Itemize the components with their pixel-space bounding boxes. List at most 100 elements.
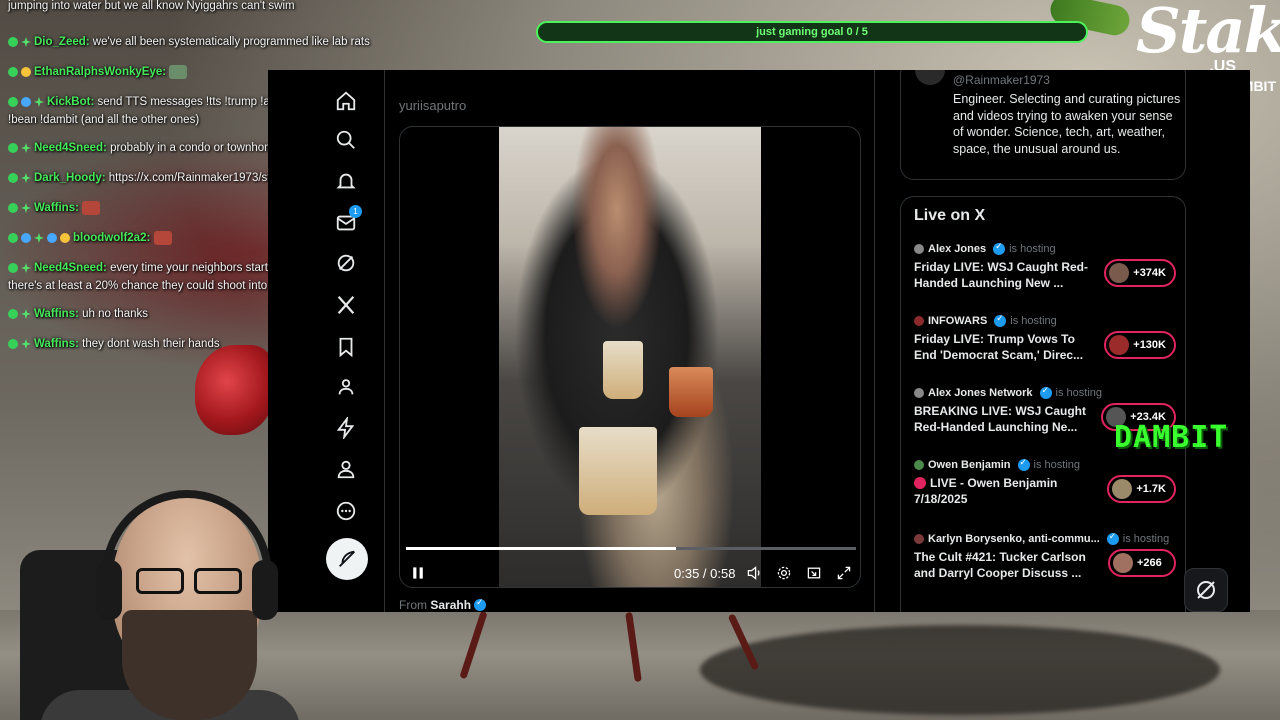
bookmark-icon[interactable] — [333, 334, 359, 360]
badge-icon — [21, 232, 31, 243]
chat-username: Dark_Hoody: — [34, 172, 106, 184]
badge-icon — [8, 66, 18, 77]
verified-icon — [994, 313, 1007, 327]
badge-icon — [21, 202, 31, 213]
listener-count-pill[interactable]: +374K — [1104, 259, 1176, 287]
live-dot-icon — [914, 477, 926, 489]
webcam-overlay — [0, 490, 300, 720]
drink-cup — [603, 341, 643, 399]
post-detail: yuriisaputro 0:35 / 0:58 From Sarahh✓ — [385, 70, 875, 612]
host-avatar — [914, 388, 924, 398]
more-icon[interactable] — [333, 498, 359, 524]
chat-text: uh no thanks — [82, 308, 148, 320]
live-item[interactable]: INFOWARSis hosting Friday LIVE: Trump Vo… — [914, 313, 1176, 375]
live-item[interactable]: Alex Jonesis hosting Friday LIVE: WSJ Ca… — [914, 241, 1176, 303]
listener-count-pill[interactable]: +266 — [1108, 549, 1176, 577]
host-avatar — [914, 534, 924, 544]
bio-text: Engineer. Selecting and curating picture… — [953, 92, 1181, 156]
live-item[interactable]: Karlyn Borysenko, anti-commu...is hostin… — [914, 531, 1176, 593]
badge-icon — [34, 96, 44, 107]
volume-icon — [747, 566, 760, 580]
chat-fragment: jumping into water but we all know Nyigg… — [8, 0, 295, 12]
badge-icon — [8, 232, 18, 243]
live-item[interactable]: Owen Benjaminis hosting LIVE - Owen Benj… — [914, 457, 1176, 519]
settings-button[interactable] — [776, 563, 792, 583]
profile-icon[interactable] — [333, 456, 359, 482]
pause-icon — [413, 567, 423, 579]
fullscreen-button[interactable] — [836, 563, 852, 583]
chat-message: Need4Sneed: probably in a condo or townh… — [8, 140, 299, 157]
post-button[interactable] — [326, 538, 368, 580]
badge-icon — [8, 142, 18, 153]
chat-username: Need4Sneed: — [34, 142, 107, 154]
chat-username: EthanRalphsWonkyEye: — [34, 66, 167, 78]
badge-icon — [8, 338, 18, 349]
drink-cup — [669, 367, 713, 417]
badge-icon — [21, 338, 31, 349]
picture-in-picture-button[interactable] — [806, 563, 822, 583]
badge-icon — [8, 262, 18, 273]
dambit-logo: DAMBIT — [1114, 420, 1229, 455]
host-avatar — [914, 244, 924, 254]
badge-icon — [21, 262, 31, 273]
creature-shadow — [700, 625, 1220, 715]
post-icon — [339, 550, 355, 567]
messages-icon[interactable]: 1 — [333, 205, 362, 236]
notifications-icon[interactable] — [333, 168, 359, 194]
host-avatar — [914, 316, 924, 326]
chat-username: KickBot: — [47, 96, 95, 108]
verified-icon — [1017, 457, 1030, 471]
listener-count-pill[interactable]: +1.7K — [1107, 475, 1176, 503]
search-icon[interactable] — [333, 127, 359, 153]
avatar[interactable] — [915, 70, 945, 85]
bio-handle[interactable]: @Rainmaker1973 — [953, 73, 1050, 87]
verified-icon — [993, 241, 1006, 255]
headset-earcup — [252, 560, 278, 620]
chat-message-continued: !bean !dambit (and all the other ones) — [8, 114, 200, 126]
listener-count-pill[interactable]: +130K — [1104, 331, 1176, 359]
x-logo-icon[interactable] — [333, 292, 359, 318]
pip-icon — [807, 567, 821, 579]
badge-icon — [21, 96, 31, 107]
headset — [102, 490, 272, 600]
emote-icon — [169, 64, 188, 79]
badge-icon — [60, 232, 70, 243]
chat-message: Dio_Zeed: we've all been systematically … — [8, 34, 370, 51]
chat-text: we've all been systematically programmed… — [92, 36, 370, 48]
grok-button[interactable] — [1184, 568, 1228, 612]
volume-button[interactable] — [746, 563, 762, 583]
verified-icon — [1039, 385, 1052, 399]
video-progress-fill — [406, 547, 676, 550]
video-credit: yuriisaputro — [399, 98, 467, 113]
chat-username: bloodwolf2a2: — [73, 232, 151, 244]
home-icon[interactable] — [333, 88, 359, 114]
source-user-link[interactable]: Sarahh — [430, 598, 471, 612]
video-progress-bar[interactable] — [406, 547, 856, 550]
communities-icon[interactable] — [333, 374, 359, 400]
chat-text: they dont wash their hands — [82, 338, 220, 350]
live-title: Live on X — [914, 207, 986, 224]
chat-username: Waffins: — [34, 202, 79, 214]
chat-message: Waffins: — [8, 200, 101, 217]
premium-icon[interactable] — [333, 415, 359, 441]
live-on-x-panel: Live on X Alex Jonesis hosting Friday LI… — [900, 196, 1186, 612]
chat-message: Waffins: they dont wash their hands — [8, 336, 220, 353]
video-time: 0:35 / 0:58 — [674, 565, 736, 581]
verified-icon — [474, 597, 487, 611]
chat-username: Dio_Zeed: — [34, 36, 90, 48]
grok-icon[interactable] — [333, 250, 359, 276]
badge-icon — [47, 232, 57, 243]
video-frame — [499, 127, 761, 587]
expand-icon — [837, 566, 851, 580]
emote-icon — [153, 230, 172, 245]
chat-message: EthanRalphsWonkyEye: — [8, 64, 188, 81]
badge-icon — [21, 142, 31, 153]
badge-icon — [8, 172, 18, 183]
chat-username: Waffins: — [34, 308, 79, 320]
creature-claw — [195, 345, 275, 435]
verified-icon — [1106, 531, 1119, 545]
pause-button[interactable] — [410, 563, 426, 583]
chat-message: Waffins: uh no thanks — [8, 306, 148, 323]
grok-icon — [1197, 581, 1215, 599]
video-player[interactable]: 0:35 / 0:58 — [399, 126, 861, 588]
